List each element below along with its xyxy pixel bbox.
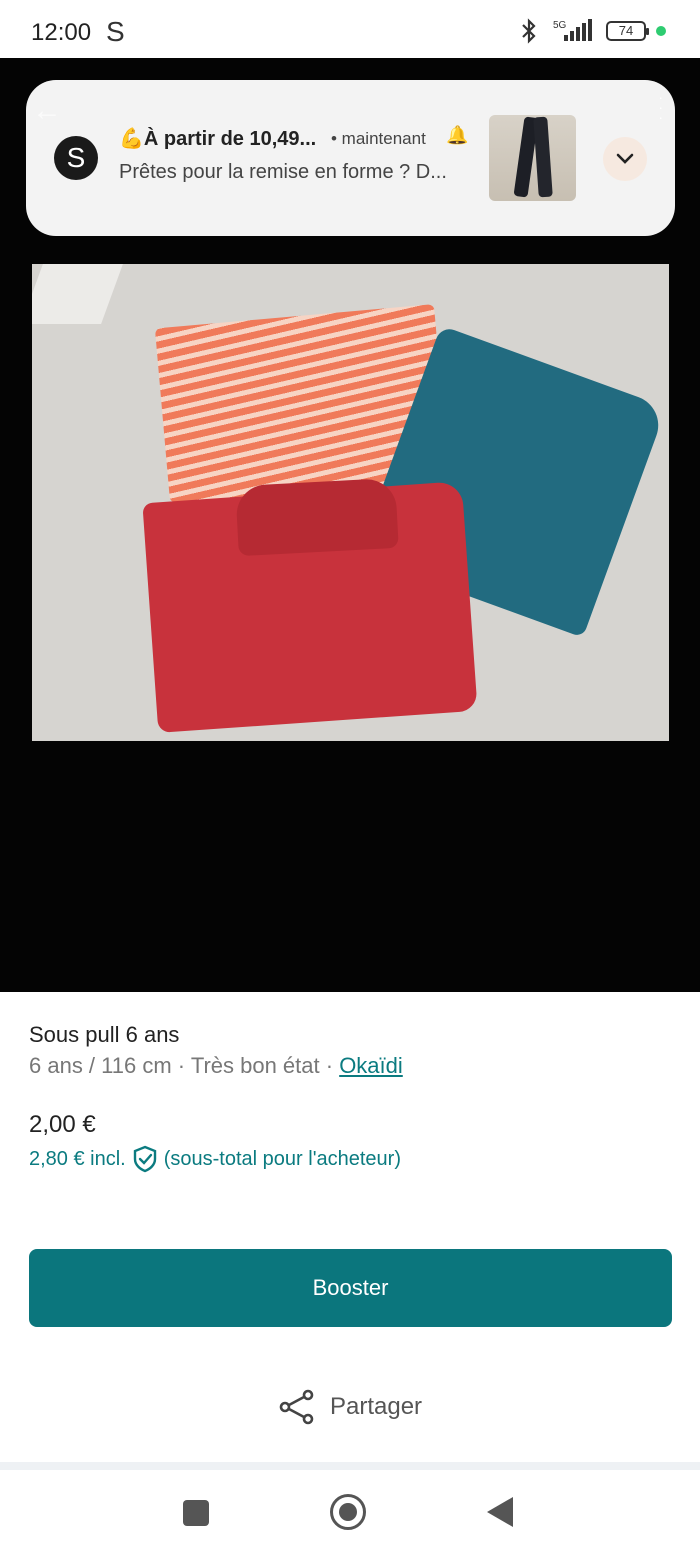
notification-time: • maintenant [331, 129, 426, 148]
bluetooth-icon [522, 18, 536, 44]
privacy-dot [656, 26, 666, 36]
divider [0, 1462, 700, 1470]
listing-photo[interactable] [32, 264, 669, 741]
notification-title: 💪À partir de 10,49... [119, 128, 317, 150]
shield-check-icon [133, 1145, 156, 1173]
status-time: 12:00 [31, 19, 92, 46]
system-navbar [0, 1470, 700, 1556]
share-icon [279, 1389, 314, 1425]
listing-size-condition: 6 ans / 116 cm · Très bon état · [29, 1053, 340, 1078]
app-indicator-icon: S [106, 16, 125, 47]
red-shirt-collar [235, 477, 399, 557]
buyer-price-note: (sous-total pour l'acheteur) [163, 1147, 401, 1170]
listing-title: Sous pull 6 ans [29, 1022, 180, 1047]
share-label: Partager [330, 1393, 423, 1420]
status-bar: 12:00 S 5G 74 [0, 0, 700, 58]
notification-card[interactable]: ← S 💪À partir de 10,49... • maintenant 🔔… [26, 80, 675, 236]
signal-icon: 5G [553, 19, 592, 41]
notification-thumbnail [489, 115, 576, 201]
listing-price: 2,00 € [29, 1111, 96, 1138]
buyer-price[interactable]: 2,80 € incl. (sous-total pour l'acheteur… [29, 1145, 401, 1173]
more-icon[interactable]: · · · [658, 90, 663, 124]
svg-text:5G: 5G [553, 20, 567, 31]
notification-app-avatar: S [54, 136, 98, 180]
booster-button[interactable]: Booster [29, 1249, 672, 1327]
battery-icon: 74 [606, 21, 649, 41]
back-icon[interactable] [487, 1497, 513, 1527]
pants-leg [533, 116, 553, 198]
brand-link[interactable]: Okaïdi [339, 1053, 403, 1078]
share-button[interactable]: Partager [278, 1388, 422, 1426]
status-icons: 5G 74 [518, 18, 666, 44]
bell-icon: 🔔 [446, 125, 469, 145]
chevron-down-icon[interactable] [603, 137, 647, 181]
buyer-price-value: 2,80 € incl. [29, 1147, 126, 1170]
listing-details: 6 ans / 116 cm · Très bon état · Okaïdi [29, 1053, 403, 1079]
notification-body: Prêtes pour la remise en forme ? D... [119, 161, 447, 183]
recents-icon[interactable] [183, 1500, 209, 1526]
back-arrow-icon[interactable]: ← [32, 94, 62, 128]
floor-edge [32, 264, 123, 324]
home-icon[interactable] [330, 1494, 366, 1530]
